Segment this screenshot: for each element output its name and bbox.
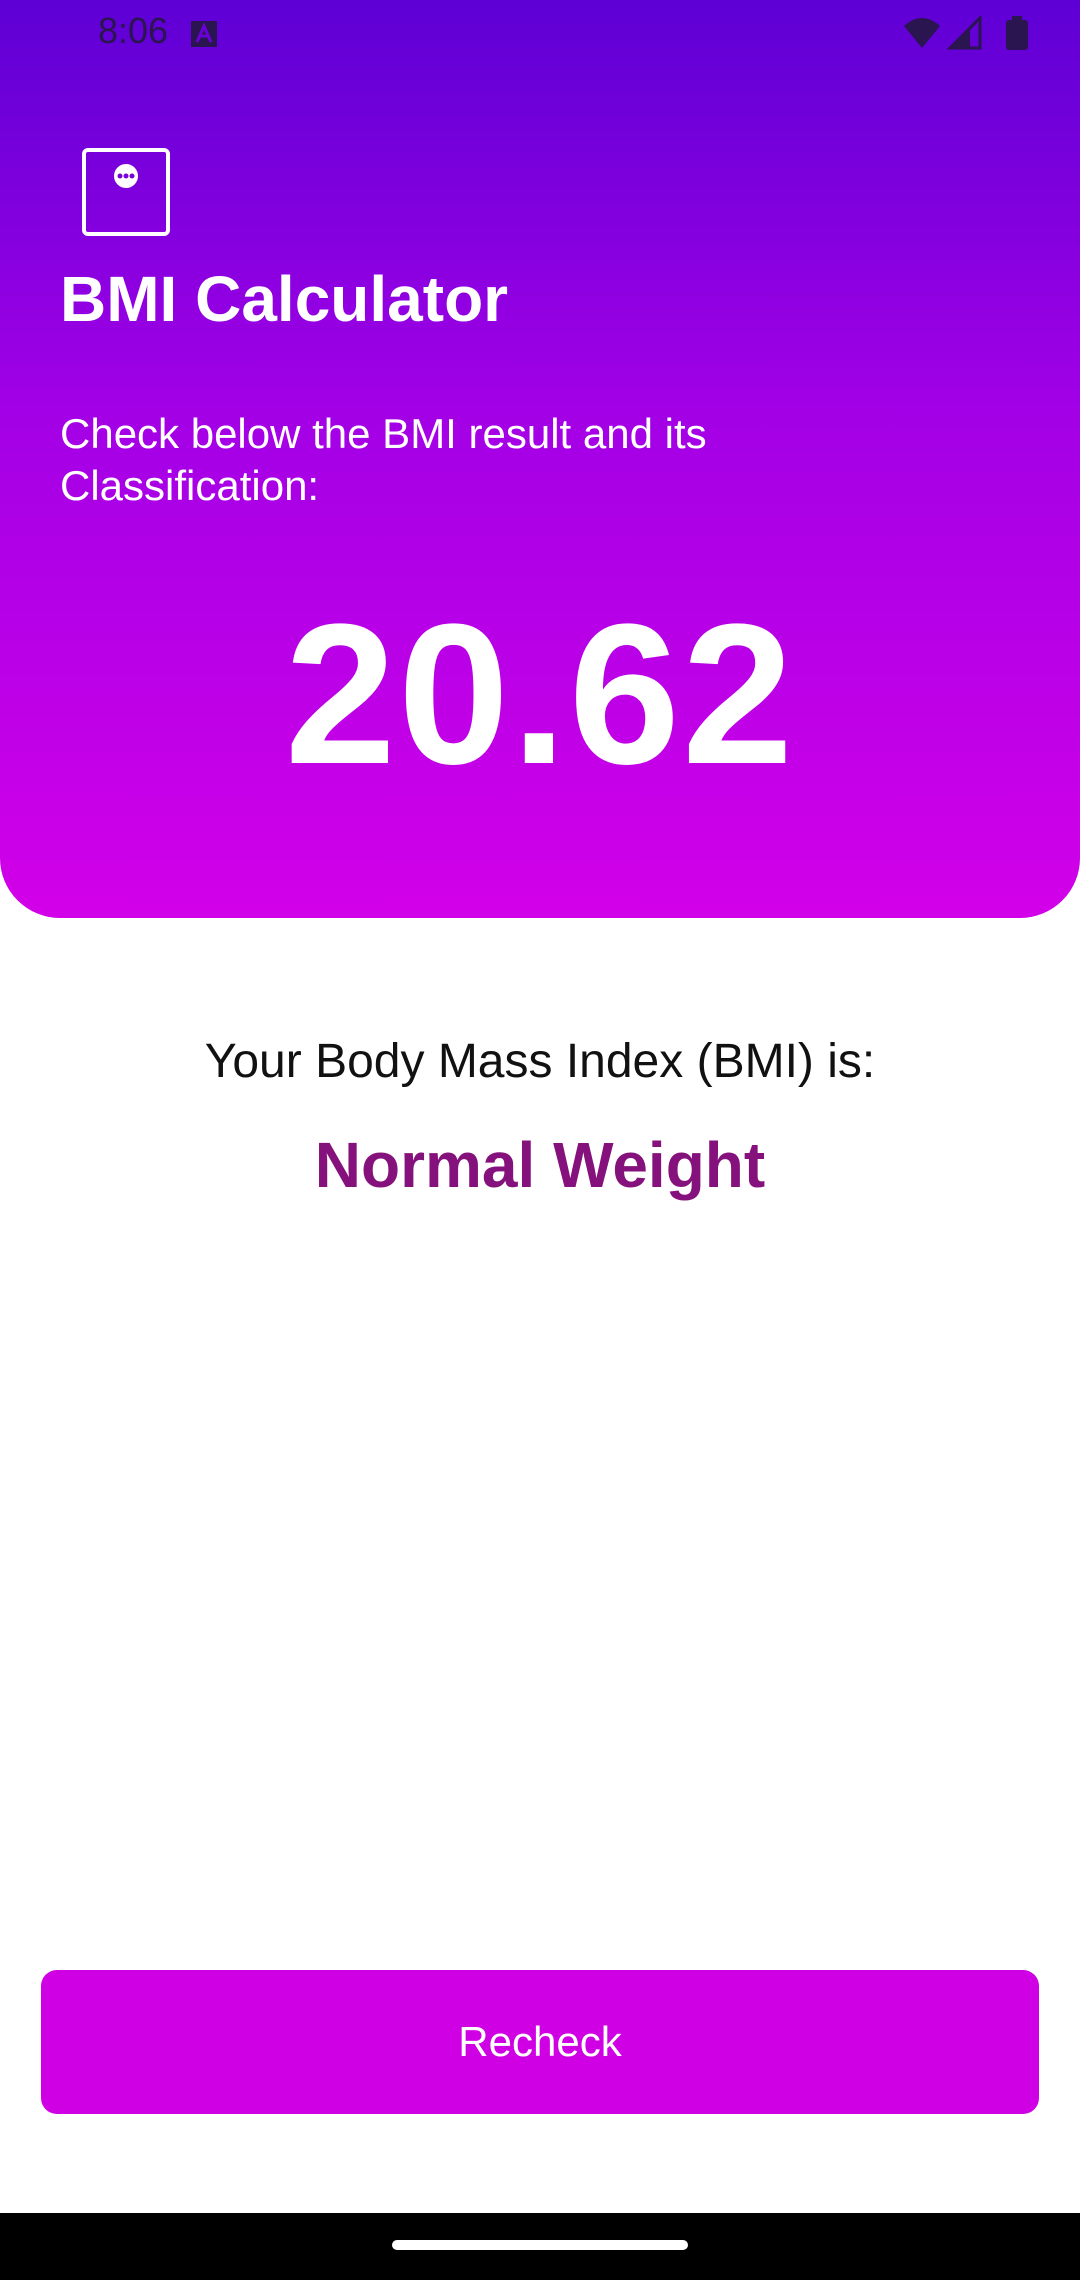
- cellular-signal-icon: [946, 16, 982, 50]
- notification-a-icon: [191, 21, 217, 47]
- recheck-button[interactable]: Recheck: [41, 1970, 1039, 2114]
- status-icons: [904, 16, 1028, 50]
- result-subtitle: Check below the BMI result and its Class…: [60, 410, 707, 509]
- wifi-icon: [904, 18, 940, 48]
- bmi-value: 20.62: [284, 583, 796, 806]
- bmi-result-screen: 8:06 BMI Calculator Check below the BMI …: [0, 0, 1080, 2280]
- home-gesture-handle[interactable]: [392, 2240, 688, 2250]
- battery-icon: [1006, 16, 1028, 50]
- bmi-result-label: Your Body Mass Index (BMI) is:: [204, 1035, 876, 1088]
- page-title: BMI Calculator: [60, 263, 509, 335]
- status-bar: 8:06: [0, 0, 1080, 66]
- scale-icon: [114, 164, 138, 188]
- navigation-bar: [0, 2213, 1080, 2280]
- status-time: 8:06: [98, 10, 169, 51]
- result-header: 8:06 BMI Calculator Check below the BMI …: [0, 0, 1080, 918]
- bmi-classification: Normal Weight: [314, 1129, 766, 1201]
- app-logo-icon: [82, 148, 170, 236]
